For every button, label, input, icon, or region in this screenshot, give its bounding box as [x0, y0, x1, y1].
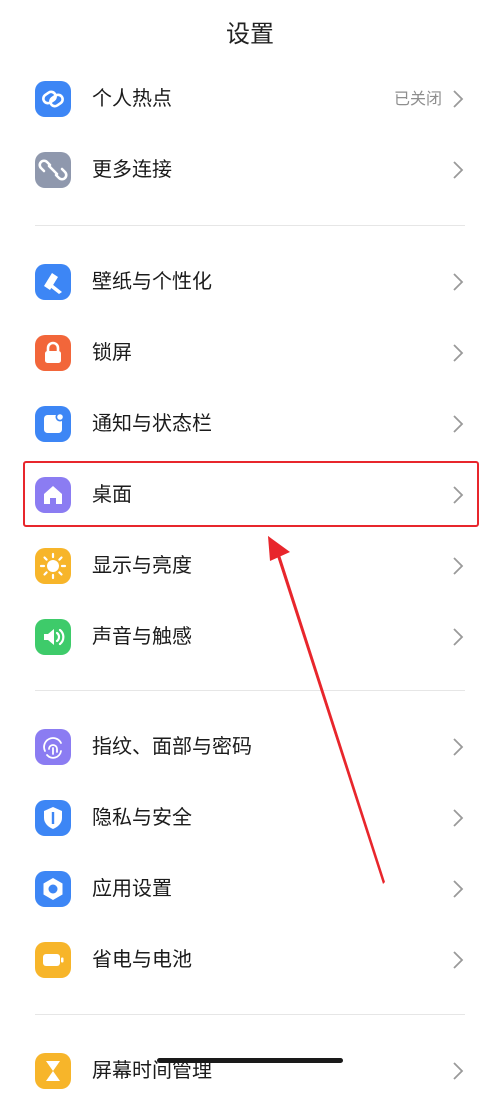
- hourglass-icon: [35, 1053, 71, 1089]
- home-indicator[interactable]: [157, 1058, 343, 1063]
- settings-item-display[interactable]: 显示与亮度: [0, 530, 500, 601]
- chevron-right-icon: [453, 415, 464, 433]
- brush-icon: [35, 264, 71, 300]
- section-divider: [35, 225, 465, 226]
- hotspot-link-icon: [35, 81, 71, 117]
- chevron-right-icon: [453, 880, 464, 898]
- settings-item-sound[interactable]: 声音与触感: [0, 601, 500, 672]
- settings-item-label: 个人热点: [92, 86, 172, 110]
- settings-item-label: 指纹、面部与密码: [92, 734, 252, 758]
- settings-item-label: 更多连接: [92, 157, 172, 181]
- settings-item-privacy[interactable]: 隐私与安全: [0, 782, 500, 853]
- hexagon-icon: [35, 871, 71, 907]
- chevron-right-icon: [453, 557, 464, 575]
- chevron-right-icon: [453, 273, 464, 291]
- section-divider: [35, 690, 465, 691]
- chevron-right-icon: [453, 809, 464, 827]
- settings-item-notifications[interactable]: 通知与状态栏: [0, 388, 500, 459]
- settings-item-lockscreen[interactable]: 锁屏: [0, 317, 500, 388]
- hotspot-status: 已关闭: [393, 89, 442, 108]
- speaker-icon: [35, 619, 71, 655]
- settings-item-label: 应用设置: [92, 876, 172, 900]
- settings-item-label: 省电与电池: [92, 947, 192, 971]
- notification-icon: [35, 406, 71, 442]
- settings-item-battery[interactable]: 省电与电池: [0, 924, 500, 995]
- page-title: 设置: [226, 20, 274, 48]
- shield-icon: [35, 800, 71, 836]
- settings-item-label: 隐私与安全: [92, 805, 192, 829]
- settings-item-label: 显示与亮度: [92, 553, 192, 577]
- fingerprint-icon: [35, 729, 71, 765]
- chevron-right-icon: [453, 738, 464, 756]
- highlight-box: [23, 461, 479, 527]
- settings-item-label: 通知与状态栏: [92, 411, 212, 435]
- chevron-right-icon: [453, 628, 464, 646]
- chevron-right-icon: [453, 90, 464, 108]
- settings-item-apps[interactable]: 应用设置: [0, 853, 500, 924]
- chevron-right-icon: [453, 161, 464, 179]
- chevron-right-icon: [453, 344, 464, 362]
- link-icon: [35, 152, 71, 188]
- settings-item-label: 锁屏: [92, 340, 132, 364]
- settings-item-more-connections[interactable]: 更多连接: [0, 134, 500, 205]
- settings-item-wallpaper[interactable]: 壁纸与个性化: [0, 246, 500, 317]
- sun-icon: [35, 548, 71, 584]
- settings-item-biometrics[interactable]: 指纹、面部与密码: [0, 711, 500, 782]
- chevron-right-icon: [453, 1062, 464, 1080]
- settings-item-label: 壁纸与个性化: [92, 269, 212, 293]
- lock-icon: [35, 335, 71, 371]
- settings-item-hotspot[interactable]: 个人热点 已关闭: [0, 63, 500, 134]
- battery-icon: [35, 942, 71, 978]
- chevron-right-icon: [453, 951, 464, 969]
- section-divider: [35, 1014, 465, 1015]
- settings-item-label: 声音与触感: [92, 624, 192, 648]
